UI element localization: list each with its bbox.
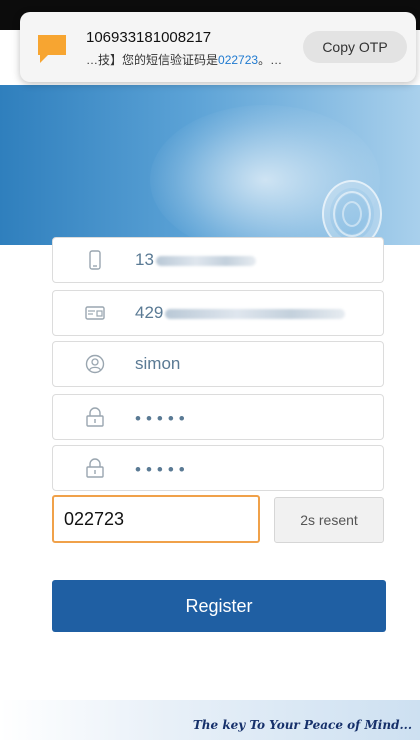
phone-field[interactable]: 13 (52, 237, 384, 283)
otp-input[interactable] (52, 495, 260, 543)
sms-notification[interactable]: 106933181008217 …技】您的短信验证码是022723。… Copy… (20, 12, 416, 82)
phone-prefix: 13 (135, 250, 154, 269)
fingerprint-core (342, 201, 362, 227)
phone-icon (89, 250, 101, 270)
hero-banner (0, 85, 420, 245)
register-button[interactable]: Register (52, 580, 386, 632)
resend-button[interactable]: 2s resent (274, 497, 384, 543)
copy-otp-button[interactable]: Copy OTP (303, 31, 407, 63)
username-field[interactable]: simon (52, 341, 384, 387)
message-suffix: 。… (258, 53, 283, 67)
phone-value: 13 (135, 250, 256, 270)
password-value: ••••• (135, 409, 190, 428)
id-card-icon (85, 306, 105, 320)
footer-tagline: The key To Your Peace of Mind... (192, 718, 412, 732)
id-number-field[interactable]: 429 (52, 290, 384, 336)
username-value: simon (135, 354, 181, 373)
message-code: 022723 (218, 53, 259, 67)
lock-icon (86, 458, 104, 478)
lock-icon (86, 407, 104, 427)
phone-redacted (155, 255, 256, 266)
user-icon (85, 354, 105, 374)
notification-sender: 106933181008217 (86, 29, 212, 46)
confirm-password-field[interactable]: ••••• (52, 445, 384, 491)
password-field[interactable]: ••••• (52, 394, 384, 440)
id-value: 429 (135, 303, 346, 323)
id-redacted (165, 308, 346, 319)
confirm-password-value: ••••• (135, 460, 190, 479)
message-icon (38, 35, 66, 63)
notification-message: …技】您的短信验证码是022723。… (86, 51, 282, 68)
message-prefix: …技】您的短信验证码是 (86, 53, 219, 67)
id-prefix: 429 (135, 303, 164, 322)
